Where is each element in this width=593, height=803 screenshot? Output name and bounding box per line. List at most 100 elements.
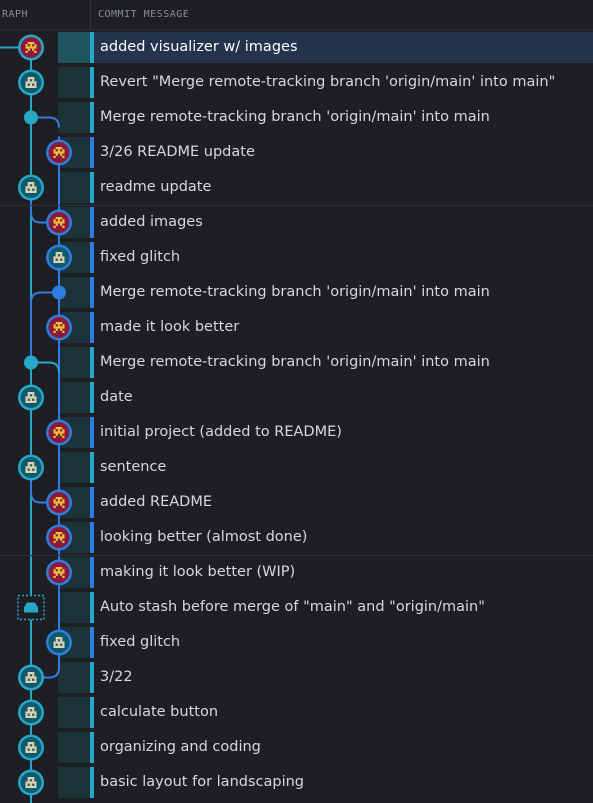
- commit-message: added visualizer w/ images: [100, 39, 298, 55]
- branch-color-bar: [90, 417, 94, 448]
- commit-row[interactable]: made it look better: [0, 310, 593, 345]
- commit-row[interactable]: added images: [0, 205, 593, 240]
- commit-message-cell[interactable]: making it look better (WIP): [90, 557, 593, 588]
- commit-row-graph-strip: [58, 557, 90, 588]
- commit-message: 3/22: [100, 669, 133, 685]
- branch-color-bar: [90, 207, 94, 238]
- commit-message-cell[interactable]: 3/22: [90, 662, 593, 693]
- commit-row-graph-strip: [58, 347, 90, 378]
- commit-message: Auto stash before merge of "main" and "o…: [100, 599, 485, 615]
- branch-color-bar: [90, 522, 94, 553]
- commit-row-graph-strip: [58, 312, 90, 343]
- branch-color-bar: [90, 592, 94, 623]
- commit-message: calculate button: [100, 704, 219, 720]
- commit-row-graph-strip: [58, 207, 90, 238]
- branch-color-bar: [90, 172, 94, 203]
- branch-color-bar: [90, 32, 94, 63]
- commit-row[interactable]: Merge remote-tracking branch 'origin/mai…: [0, 345, 593, 380]
- branch-color-bar: [90, 242, 94, 273]
- commit-message-cell[interactable]: added visualizer w/ images: [90, 32, 593, 63]
- commit-row[interactable]: Merge remote-tracking branch 'origin/mai…: [0, 275, 593, 310]
- commit-message-cell[interactable]: basic layout for landscaping: [90, 767, 593, 798]
- commit-message: fixed glitch: [100, 249, 181, 265]
- commit-row[interactable]: making it look better (WIP): [0, 555, 593, 590]
- commit-row[interactable]: added README: [0, 485, 593, 520]
- commit-message-cell[interactable]: calculate button: [90, 697, 593, 728]
- commit-message-cell[interactable]: added README: [90, 487, 593, 518]
- commit-row[interactable]: calculate button: [0, 695, 593, 730]
- commit-message: Merge remote-tracking branch 'origin/mai…: [100, 284, 490, 300]
- commit-row-graph-strip: [58, 137, 90, 168]
- commit-row-graph-strip: [58, 697, 90, 728]
- commit-row[interactable]: organizing and coding: [0, 730, 593, 765]
- commit-message-column-header[interactable]: COMMIT MESSAGE: [98, 9, 189, 20]
- commit-message: 3/26 README update: [100, 144, 255, 160]
- commit-row-graph-strip: [58, 522, 90, 553]
- commit-message-cell[interactable]: Auto stash before merge of "main" and "o…: [90, 592, 593, 623]
- commit-row-graph-strip: [58, 242, 90, 273]
- commit-message-cell[interactable]: Merge remote-tracking branch 'origin/mai…: [90, 277, 593, 308]
- graph-column-header[interactable]: RAPH: [2, 9, 28, 20]
- commit-row[interactable]: added visualizer w/ images: [0, 30, 593, 65]
- column-header: RAPH COMMIT MESSAGE: [0, 0, 593, 30]
- commit-message-cell[interactable]: 3/26 README update: [90, 137, 593, 168]
- commit-message: Revert "Merge remote-tracking branch 'or…: [100, 74, 556, 90]
- commit-row-graph-strip: [58, 102, 90, 133]
- commit-row[interactable]: 3/22: [0, 660, 593, 695]
- commit-message-cell[interactable]: organizing and coding: [90, 732, 593, 763]
- commit-row-graph-strip: [58, 732, 90, 763]
- commit-row[interactable]: initial project (added to README): [0, 415, 593, 450]
- commit-message: looking better (almost done): [100, 529, 308, 545]
- commit-row[interactable]: Merge remote-tracking branch 'origin/mai…: [0, 100, 593, 135]
- branch-color-bar: [90, 347, 94, 378]
- branch-color-bar: [90, 732, 94, 763]
- commit-row[interactable]: looking better (almost done): [0, 520, 593, 555]
- commit-row[interactable]: 3/26 README update: [0, 135, 593, 170]
- branch-color-bar: [90, 557, 94, 588]
- commit-message: Merge remote-tracking branch 'origin/mai…: [100, 109, 490, 125]
- branch-color-bar: [90, 452, 94, 483]
- commit-message: readme update: [100, 179, 212, 195]
- commit-message-cell[interactable]: Merge remote-tracking branch 'origin/mai…: [90, 102, 593, 133]
- branch-color-bar: [90, 102, 94, 133]
- commit-row-graph-strip: [58, 67, 90, 98]
- commit-row-graph-strip: [58, 32, 90, 63]
- commit-message-cell[interactable]: Revert "Merge remote-tracking branch 'or…: [90, 67, 593, 98]
- commit-row-graph-strip: [58, 382, 90, 413]
- column-resize-handle[interactable]: [90, 0, 91, 30]
- commit-message-cell[interactable]: looking better (almost done): [90, 522, 593, 553]
- commit-message: basic layout for landscaping: [100, 774, 304, 790]
- commit-message: making it look better (WIP): [100, 564, 296, 580]
- commit-message-cell[interactable]: sentence: [90, 452, 593, 483]
- commit-row[interactable]: readme update: [0, 170, 593, 205]
- commit-row-graph-strip: [58, 662, 90, 693]
- branch-color-bar: [90, 137, 94, 168]
- commit-message: organizing and coding: [100, 739, 261, 755]
- commit-message-cell[interactable]: Merge remote-tracking branch 'origin/mai…: [90, 347, 593, 378]
- group-divider: [0, 555, 593, 556]
- commit-message: added images: [100, 214, 203, 230]
- commit-row[interactable]: fixed glitch: [0, 625, 593, 660]
- commit-row[interactable]: date: [0, 380, 593, 415]
- commit-message-cell[interactable]: added images: [90, 207, 593, 238]
- commit-message-cell[interactable]: fixed glitch: [90, 627, 593, 658]
- branch-color-bar: [90, 67, 94, 98]
- commit-row[interactable]: fixed glitch: [0, 240, 593, 275]
- commit-message-cell[interactable]: date: [90, 382, 593, 413]
- commit-row[interactable]: Auto stash before merge of "main" and "o…: [0, 590, 593, 625]
- commit-message: added README: [100, 494, 213, 510]
- branch-color-bar: [90, 312, 94, 343]
- commit-row[interactable]: basic layout for landscaping: [0, 765, 593, 800]
- commit-message-cell[interactable]: made it look better: [90, 312, 593, 343]
- commit-row[interactable]: Revert "Merge remote-tracking branch 'or…: [0, 65, 593, 100]
- commit-row[interactable]: sentence: [0, 450, 593, 485]
- commit-message: date: [100, 389, 133, 405]
- commit-row-graph-strip: [58, 487, 90, 518]
- commit-row-graph-strip: [58, 452, 90, 483]
- commit-message-cell[interactable]: initial project (added to README): [90, 417, 593, 448]
- branch-color-bar: [90, 627, 94, 658]
- commit-message-cell[interactable]: fixed glitch: [90, 242, 593, 273]
- commit-message: sentence: [100, 459, 167, 475]
- commit-message-cell[interactable]: readme update: [90, 172, 593, 203]
- commit-message: initial project (added to README): [100, 424, 342, 440]
